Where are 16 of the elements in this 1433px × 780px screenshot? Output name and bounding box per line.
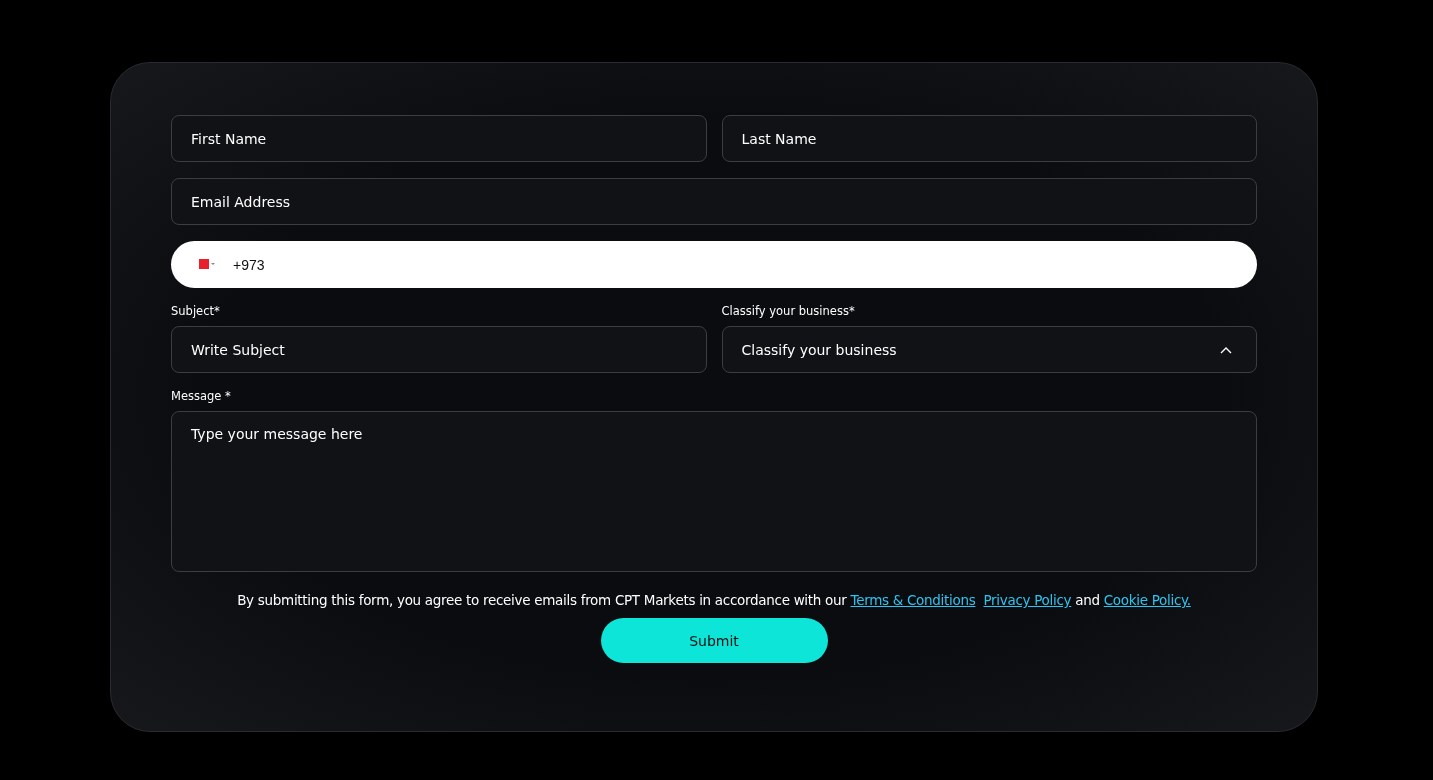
- policy-link[interactable]: Privacy Policy: [983, 592, 1072, 608]
- policy-link[interactable]: Terms & Conditions: [850, 592, 976, 608]
- business-label: Classify your business*: [721, 304, 856, 318]
- submit-button[interactable]: Submit: [600, 618, 828, 663]
- email-field[interactable]: Email Address: [171, 178, 1257, 225]
- message-field[interactable]: Type your message here: [171, 411, 1257, 572]
- caret-icon: [1220, 345, 1232, 354]
- consent-text: By submitting this form, you agree to receive emails from CPT Markets in accordance with our Terms & Conditions Privacy Policy and Cookie Policy.: [236, 592, 1192, 608]
- business-dropdown[interactable]: Classify your business: [721, 326, 1257, 373]
- message-label: Message *: [171, 389, 232, 403]
- first-name-field[interactable]: First Name: [171, 115, 707, 162]
- policy-link[interactable]: Cookie Policy.: [1103, 592, 1191, 608]
- subject-label: Subject*: [171, 304, 221, 318]
- subject-field[interactable]: Write Subject: [171, 326, 707, 373]
- last-name-field[interactable]: Last Name: [721, 115, 1257, 162]
- phone-field[interactable]: +973: [171, 241, 1257, 288]
